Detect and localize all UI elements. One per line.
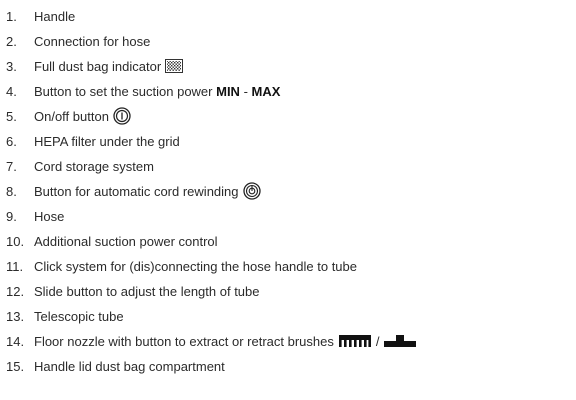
item-number: 9. bbox=[6, 208, 17, 224]
max-label: MAX bbox=[251, 83, 281, 99]
item-number: 4. bbox=[6, 83, 17, 99]
item-number: 3. bbox=[6, 58, 17, 74]
item-number: 2. bbox=[6, 33, 17, 49]
item-number: 5. bbox=[6, 108, 17, 124]
item-text: Full dust bag indicator bbox=[34, 58, 162, 74]
min-label: MIN bbox=[216, 83, 240, 99]
power-button-icon bbox=[113, 107, 131, 125]
item-text: HEPA filter under the grid bbox=[34, 133, 180, 149]
item-text: Telescopic tube bbox=[34, 308, 124, 324]
item-number: 15. bbox=[6, 358, 25, 374]
range-separator: - bbox=[239, 83, 252, 99]
item-number: 11. bbox=[6, 258, 24, 274]
item-text: Handle lid dust bag compartment bbox=[34, 358, 225, 374]
item-text: Cord storage system bbox=[34, 158, 154, 174]
item-number: 7. bbox=[6, 158, 17, 174]
item-text: Hose bbox=[34, 208, 65, 224]
icon-separator: / bbox=[375, 333, 380, 349]
item-number: 1. bbox=[6, 8, 17, 24]
item-text: Button for automatic cord rewinding bbox=[34, 183, 239, 199]
item-text: Additional suction power control bbox=[34, 233, 218, 249]
brush-extended-icon bbox=[338, 335, 371, 347]
item-text: On/off button bbox=[34, 108, 109, 124]
item-number: 8. bbox=[6, 183, 17, 199]
brush-retracted-icon bbox=[384, 335, 417, 347]
item-text: Button to set the suction power bbox=[34, 83, 217, 99]
item-number: 10. bbox=[6, 233, 25, 249]
item-text: Slide button to adjust the length of tub… bbox=[34, 283, 260, 299]
item-text: Handle bbox=[34, 8, 76, 24]
item-number: 13. bbox=[6, 308, 25, 324]
dust-bag-indicator-icon bbox=[165, 59, 184, 73]
cord-rewind-icon bbox=[242, 182, 261, 200]
item-number: 6. bbox=[6, 133, 17, 149]
item-text: Connection for hose bbox=[34, 33, 151, 49]
item-number: 14. bbox=[6, 333, 25, 349]
item-text: Floor nozzle with button to extract or r… bbox=[34, 333, 334, 349]
item-text: Click system for (dis)connecting the hos… bbox=[34, 258, 358, 274]
item-number: 12. bbox=[6, 283, 25, 299]
